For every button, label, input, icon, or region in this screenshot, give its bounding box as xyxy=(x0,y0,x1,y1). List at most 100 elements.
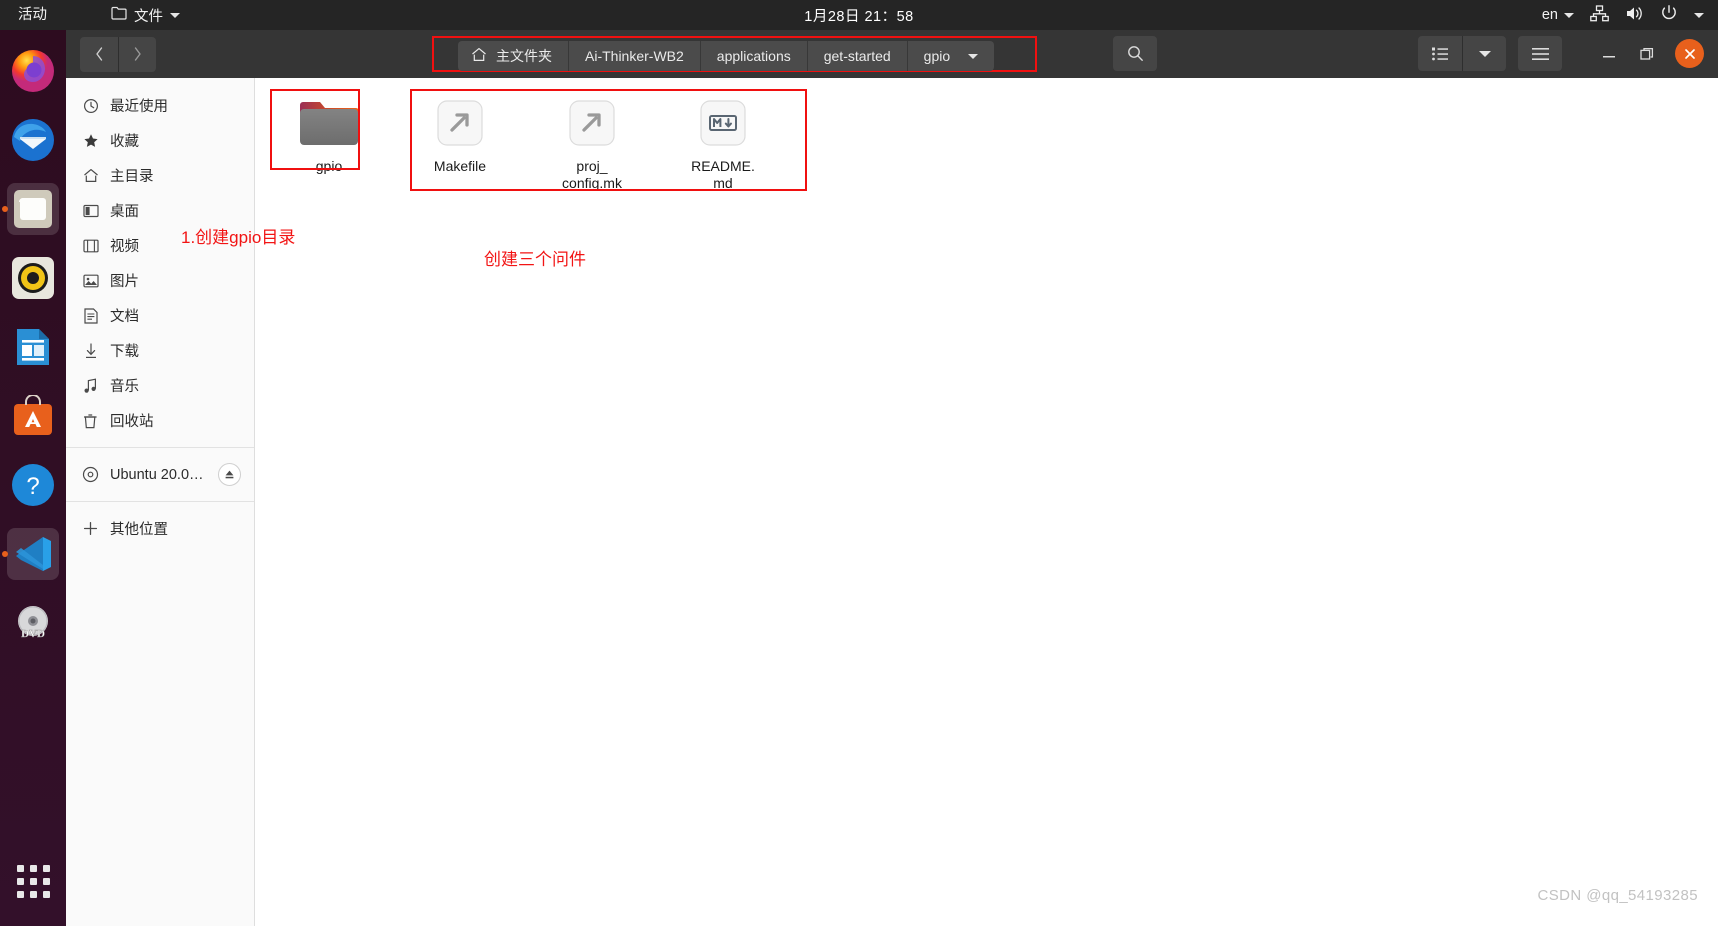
disc-icon xyxy=(82,466,99,483)
ubuntu-dock: ? DVD xyxy=(0,30,66,926)
breadcrumb-label-ai-thinker-wb2: Ai-Thinker-WB2 xyxy=(585,48,684,64)
nautilus-window: 主文件夹 Ai-Thinker-WB2 applications get-sta… xyxy=(66,30,1718,926)
dock-item-files[interactable] xyxy=(0,174,66,243)
plus-icon xyxy=(82,520,99,537)
dvd-disc-icon: DVD xyxy=(7,597,59,649)
app-menu-files[interactable]: 文件 xyxy=(111,5,180,26)
sidebar-label-other-locations: 其他位置 xyxy=(110,522,168,538)
thunderbird-icon xyxy=(7,114,59,166)
app-grid-icon xyxy=(16,865,50,898)
minimize-button[interactable] xyxy=(1590,36,1628,71)
sidebar-item-device-ubuntu[interactable]: Ubuntu 20.0… xyxy=(66,457,254,492)
dock-item-libreoffice-writer[interactable] xyxy=(0,312,66,381)
maximize-icon xyxy=(1640,47,1654,60)
breadcrumb-item-get-started[interactable]: get-started xyxy=(807,41,908,71)
sidebar-item-starred[interactable]: 收藏 xyxy=(66,123,254,158)
pictures-icon xyxy=(82,272,99,289)
svg-text:?: ? xyxy=(26,473,39,500)
breadcrumb-label-gpio: gpio xyxy=(923,48,951,64)
help-icon: ? xyxy=(7,459,59,511)
keyboard-language-label[interactable]: en xyxy=(1542,7,1558,23)
eject-icon xyxy=(225,470,234,479)
language-chevron-down-icon[interactable] xyxy=(1564,12,1574,18)
sidebar-divider-2 xyxy=(66,501,254,502)
chevron-down-icon xyxy=(1478,50,1491,57)
minimize-icon xyxy=(1603,55,1615,57)
breadcrumb-label-get-started: get-started xyxy=(823,48,891,64)
desktop-icon xyxy=(82,202,99,219)
show-applications-button[interactable] xyxy=(0,865,66,898)
sidebar-label-starred: 收藏 xyxy=(110,134,139,150)
files-icon xyxy=(7,182,59,235)
breadcrumb[interactable]: 主文件夹 Ai-Thinker-WB2 applications get-sta… xyxy=(458,41,995,71)
sidebar-label-documents: 文档 xyxy=(110,309,139,325)
search-button[interactable] xyxy=(1113,36,1157,71)
sidebar-item-music[interactable]: 音乐 xyxy=(66,368,254,403)
forward-button[interactable] xyxy=(118,36,156,72)
dock-item-firefox[interactable] xyxy=(0,36,66,105)
maximize-button[interactable] xyxy=(1628,36,1666,71)
dock-item-help[interactable]: ? xyxy=(0,450,66,519)
breadcrumb-item-home[interactable]: 主文件夹 xyxy=(458,41,569,71)
video-icon xyxy=(82,237,99,254)
hamburger-menu-icon xyxy=(1531,47,1549,60)
pathbar-highlight-box: 主文件夹 Ai-Thinker-WB2 applications get-sta… xyxy=(432,36,1037,72)
search-icon xyxy=(1127,46,1143,61)
sidebar-label-recent: 最近使用 xyxy=(110,99,168,115)
network-icon[interactable] xyxy=(1590,4,1609,26)
sidebar-item-home[interactable]: 主目录 xyxy=(66,158,254,193)
ubuntu-software-icon xyxy=(7,390,59,442)
sidebar-item-downloads[interactable]: 下载 xyxy=(66,333,254,368)
sidebar-label-pictures: 图片 xyxy=(110,274,139,290)
dock-item-thunderbird[interactable] xyxy=(0,105,66,174)
sidebar-label-desktop: 桌面 xyxy=(110,204,139,220)
sidebar-item-pictures[interactable]: 图片 xyxy=(66,263,254,298)
sidebar-item-trash[interactable]: 回收站 xyxy=(66,403,254,438)
system-menu-chevron-down-icon[interactable] xyxy=(1694,12,1704,18)
close-button[interactable] xyxy=(1675,39,1704,68)
activities-button[interactable]: 活动 xyxy=(0,0,61,30)
music-icon xyxy=(82,377,99,394)
home-icon xyxy=(82,167,99,184)
sidebar-label-downloads: 下载 xyxy=(110,344,139,360)
firefox-icon xyxy=(7,45,59,97)
sidebar-item-recent[interactable]: 最近使用 xyxy=(66,88,254,123)
sidebar-label-trash: 回收站 xyxy=(110,414,154,430)
dock-item-rhythmbox[interactable] xyxy=(0,243,66,312)
places-sidebar: 最近使用 收藏 主目录 桌面 视频 图片 文档 下载 音乐 回收站 Ubuntu… xyxy=(66,78,255,926)
window-body: 最近使用 收藏 主目录 桌面 视频 图片 文档 下载 音乐 回收站 Ubuntu… xyxy=(66,78,1718,926)
breadcrumb-label-applications: applications xyxy=(716,48,791,64)
clock[interactable]: 1月28日 21：58 xyxy=(0,5,1718,26)
rhythmbox-icon xyxy=(7,252,59,304)
documents-icon xyxy=(82,307,99,324)
window-headerbar: 主文件夹 Ai-Thinker-WB2 applications get-sta… xyxy=(66,30,1718,78)
breadcrumb-item-ai-thinker-wb2[interactable]: Ai-Thinker-WB2 xyxy=(569,41,701,71)
annotation-create-three-files: 创建三个问件 xyxy=(484,250,586,269)
svg-text:DVD: DVD xyxy=(21,628,45,640)
volume-icon[interactable] xyxy=(1625,5,1644,26)
back-button[interactable] xyxy=(80,36,118,72)
list-view-button[interactable] xyxy=(1418,36,1462,71)
sidebar-item-documents[interactable]: 文档 xyxy=(66,298,254,333)
sidebar-item-other-locations[interactable]: 其他位置 xyxy=(66,511,254,546)
main-menu-button[interactable] xyxy=(1518,36,1562,71)
file-view[interactable]: gpio Makefile proj_ config.mk README. md… xyxy=(181,78,1718,926)
dock-item-vscode[interactable] xyxy=(0,519,66,588)
vscode-icon xyxy=(7,527,59,580)
eject-button[interactable] xyxy=(218,463,241,486)
breadcrumb-chevron-down-icon[interactable] xyxy=(968,53,979,59)
system-tray[interactable]: en xyxy=(1542,4,1704,26)
navigation-buttons xyxy=(80,36,156,72)
view-options-dropdown-button[interactable] xyxy=(1462,36,1506,71)
list-view-icon xyxy=(1432,47,1448,60)
app-menu-label: 文件 xyxy=(134,8,163,25)
dock-item-dvd-drive[interactable]: DVD xyxy=(0,588,66,657)
close-icon xyxy=(1684,48,1695,59)
dock-item-ubuntu-software[interactable] xyxy=(0,381,66,450)
folder-icon xyxy=(111,6,127,24)
breadcrumb-item-gpio[interactable]: gpio xyxy=(907,41,995,71)
power-icon[interactable] xyxy=(1660,4,1678,26)
clock-icon xyxy=(82,97,99,114)
files-highlight-box xyxy=(410,89,807,191)
breadcrumb-item-applications[interactable]: applications xyxy=(700,41,808,71)
